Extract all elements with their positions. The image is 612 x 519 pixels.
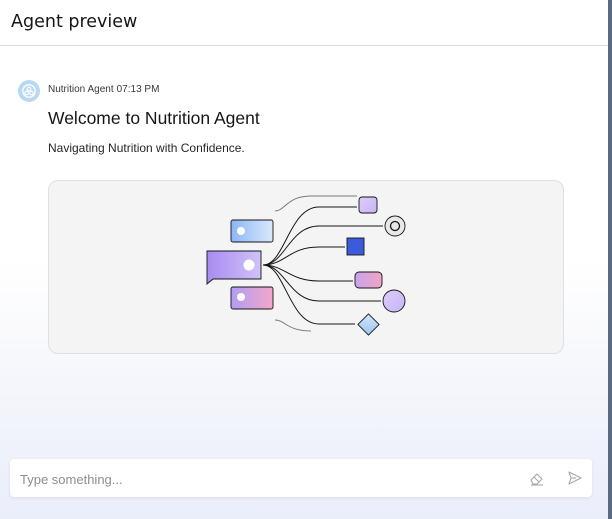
node-blue-diamond bbox=[357, 313, 380, 336]
page-title: Agent preview bbox=[11, 12, 138, 32]
speech-bubble-main bbox=[206, 250, 262, 285]
illustration-card bbox=[48, 180, 564, 354]
message-input[interactable] bbox=[18, 467, 522, 491]
eraser-icon[interactable] bbox=[528, 469, 546, 487]
node-pink-pill bbox=[354, 271, 383, 289]
window-edge bbox=[608, 0, 612, 519]
sender-name: Nutrition Agent bbox=[48, 84, 114, 95]
send-icon[interactable] bbox=[566, 469, 584, 487]
node-target-circle bbox=[384, 215, 406, 237]
speech-bubble-top bbox=[230, 219, 274, 243]
speech-bubble-bottom bbox=[230, 286, 274, 310]
welcome-title: Welcome to Nutrition Agent bbox=[48, 108, 260, 128]
node-blue-square bbox=[346, 237, 365, 256]
agent-avatar-icon bbox=[18, 80, 40, 102]
node-purple-square bbox=[358, 196, 378, 214]
flow-illustration bbox=[206, 195, 406, 336]
message-time: 07:13 PM bbox=[116, 84, 160, 95]
chat-input-bar bbox=[10, 459, 592, 497]
message-meta: Nutrition Agent 07:13 PM bbox=[48, 84, 162, 95]
preview-header: Agent preview bbox=[0, 0, 608, 46]
node-lavender-circle bbox=[382, 289, 406, 313]
welcome-subtitle: Navigating Nutrition with Confidence. bbox=[48, 141, 245, 155]
